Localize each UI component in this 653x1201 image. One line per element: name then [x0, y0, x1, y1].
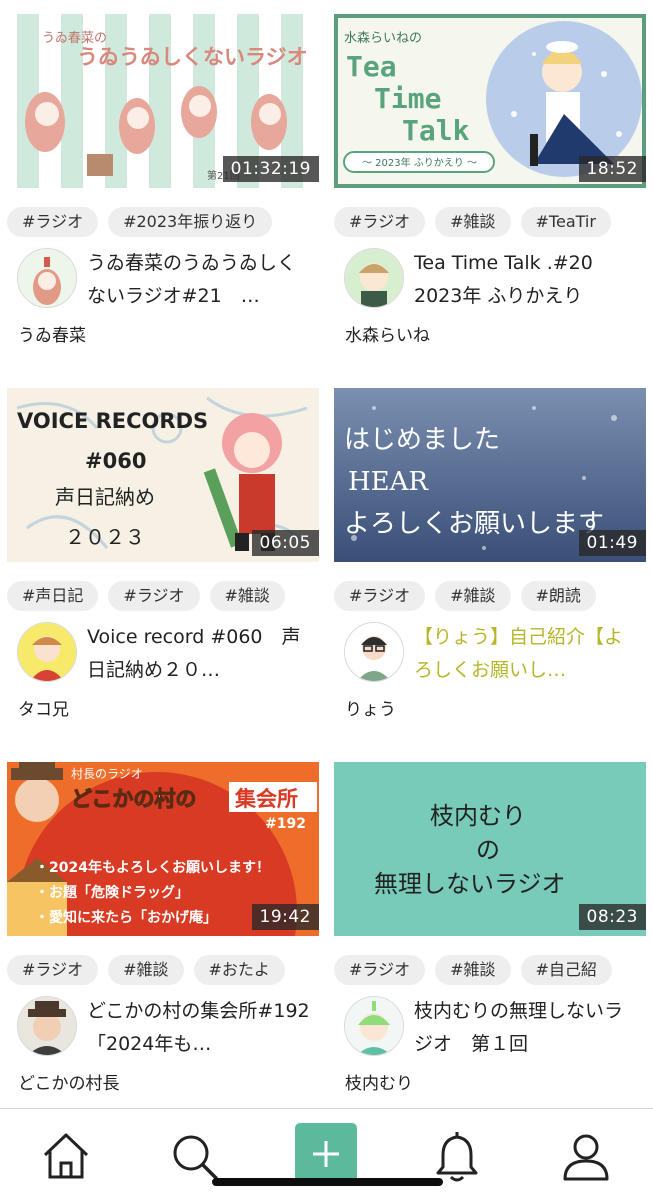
thumb-text-line2: HEAR — [348, 467, 429, 497]
thumb-text-small: うゐ春菜の — [42, 31, 107, 46]
avatar[interactable] — [344, 996, 404, 1056]
avatar[interactable] — [344, 248, 404, 308]
thumb-text-sub: ～ 2023年 ふりかえり ～ — [362, 156, 477, 169]
thumb-text-bullet1: ・2024年もよろしくお願いします！ — [35, 859, 270, 876]
avatar[interactable] — [344, 622, 404, 682]
thumb-text-talk: Talk — [402, 114, 470, 147]
tag-chip[interactable]: #雑談 — [209, 581, 285, 611]
tag-list: #ラジオ #雑談 #自己紹 — [334, 955, 646, 985]
episode-title[interactable]: どこかの村の集会所#192「2024年も… — [87, 995, 313, 1061]
episode-title[interactable]: Voice record #060 声日記納め２０… — [87, 621, 313, 687]
tag-chip[interactable]: #ラジオ — [334, 581, 426, 611]
tag-chip[interactable]: #ラジオ — [334, 207, 426, 237]
thumb-text-main: うゐうゐしくないラジオ — [77, 45, 308, 69]
tag-list: #ラジオ #2023年振り返り — [7, 207, 319, 237]
author-name[interactable]: りょう — [334, 695, 646, 720]
thumb-text-line3: よろしくお願いします — [344, 509, 604, 539]
author-name[interactable]: うゐ春菜 — [7, 321, 319, 346]
bottom-tab-bar — [0, 1108, 653, 1201]
tag-chip[interactable]: #TeaTir — [520, 207, 611, 237]
thumb-text-bullet2: ・お題「危険ドラッグ」 — [35, 884, 189, 901]
thumb-text-bullet3: ・愛知に来たら「おかげ庵」 — [35, 909, 217, 926]
thumb-text-tea: Tea — [346, 50, 397, 83]
tag-chip[interactable]: #声日記 — [7, 581, 99, 611]
thumb-text-title: VOICE RECORDS — [17, 409, 208, 433]
author-name[interactable]: 枝内むり — [334, 1069, 646, 1094]
tag-chip[interactable]: #ラジオ — [334, 955, 426, 985]
home-icon[interactable] — [36, 1127, 96, 1187]
thumb-text-main: どこかの村の — [71, 787, 196, 811]
thumb-text-line2: の — [476, 836, 500, 864]
avatar[interactable] — [17, 248, 77, 308]
author-name[interactable]: どこかの村長 — [7, 1069, 319, 1094]
avatar[interactable] — [17, 996, 77, 1056]
thumbnail[interactable]: 枝内むり の 無理しないラジオ 08:23 — [334, 762, 646, 936]
profile-icon[interactable] — [556, 1127, 616, 1187]
thumbnail[interactable]: うゐ春菜の うゐうゐしくないラジオ 第21回 01:32:19 — [7, 14, 319, 188]
thumb-text-sub: 声日記納め — [55, 485, 155, 509]
thumbnail[interactable]: 村長のラジオ どこかの村の 集会所 #192 ・2024年もよろしくお願いします… — [7, 762, 319, 936]
tag-chip[interactable]: #雑談 — [435, 955, 511, 985]
tag-chip[interactable]: #朗読 — [520, 581, 596, 611]
duration-badge: 19:42 — [251, 904, 319, 930]
content-grid: うゐ春菜の うゐうゐしくないラジオ 第21回 01:32:19 #ラジオ #202… — [0, 0, 653, 1108]
thumb-text-time: Time — [374, 82, 441, 115]
thumb-text-year: ２０２３ — [65, 525, 145, 549]
thumb-text-small: 水森らいねの — [344, 31, 422, 46]
tag-list: #声日記 #ラジオ #雑談 — [7, 581, 319, 611]
tag-chip[interactable]: #おたよ — [193, 955, 285, 985]
thumb-text-number: #060 — [85, 449, 146, 473]
tag-chip[interactable]: #ラジオ — [7, 955, 99, 985]
tag-chip[interactable]: #雑談 — [435, 581, 511, 611]
add-icon — [313, 1141, 339, 1167]
thumbnail[interactable]: VOICE RECORDS #060 声日記納め ２０２３ 06:05 — [7, 388, 319, 562]
episode-title[interactable]: 枝内むりの無理しないラジオ 第１回 — [414, 995, 640, 1061]
add-button[interactable] — [295, 1123, 357, 1185]
thumb-text-line3: 無理しないラジオ — [374, 870, 566, 898]
duration-badge: 01:49 — [578, 530, 646, 556]
tag-chip[interactable]: #雑談 — [435, 207, 511, 237]
thumb-text-venue: 集会所 — [234, 787, 298, 811]
thumbnail[interactable]: 水森らいねの Tea Time Talk ～ 2023年 ふりかえり ～ 18:… — [334, 14, 646, 188]
tag-list: #ラジオ #雑談 #おたよ — [7, 955, 319, 985]
episode-title[interactable]: うゐ春菜のうゐうゐしくないラジオ#21 … — [87, 247, 313, 313]
home-indicator[interactable] — [212, 1178, 443, 1186]
episode-card[interactable]: はじめました HEAR よろしくお願いします 01:49 #ラジオ #雑談 #朗読 … — [334, 388, 646, 720]
thumb-text-small: 村長のラジオ — [71, 767, 143, 781]
avatar[interactable] — [17, 622, 77, 682]
episode-title[interactable]: Tea Time Talk .#20 2023年 ふりかえり — [414, 247, 640, 313]
episode-title[interactable]: 【りょう】自己紹介【よろしくお願いし… — [414, 621, 640, 687]
thumb-text-number: #192 — [265, 816, 306, 832]
thumb-text-line1: はじめました — [344, 425, 500, 455]
tag-chip[interactable]: #ラジオ — [108, 581, 200, 611]
tag-chip[interactable]: #雑談 — [108, 955, 184, 985]
episode-card[interactable]: 村長のラジオ どこかの村の 集会所 #192 ・2024年もよろしくお願いします… — [7, 762, 319, 1094]
tag-chip[interactable]: #自己紹 — [520, 955, 612, 985]
episode-card[interactable]: 枝内むり の 無理しないラジオ 08:23 #ラジオ #雑談 #自己紹 枝内むりの無… — [334, 762, 646, 1094]
duration-badge: 01:32:19 — [222, 156, 319, 182]
episode-card[interactable]: VOICE RECORDS #060 声日記納め ２０２３ 06:05 #声日記… — [7, 388, 319, 720]
duration-badge: 06:05 — [251, 530, 319, 556]
episode-card[interactable]: うゐ春菜の うゐうゐしくないラジオ 第21回 01:32:19 #ラジオ #202… — [7, 14, 319, 346]
duration-badge: 08:23 — [578, 904, 646, 930]
tag-chip[interactable]: #ラジオ — [7, 207, 99, 237]
author-name[interactable]: タコ兄 — [7, 695, 319, 720]
author-name[interactable]: 水森らいね — [334, 321, 646, 346]
thumb-text-line1: 枝内むり — [430, 802, 526, 830]
duration-badge: 18:52 — [578, 156, 646, 182]
tag-chip[interactable]: #2023年振り返り — [108, 207, 273, 237]
tag-list: #ラジオ #雑談 #TeaTir — [334, 207, 646, 237]
episode-card[interactable]: 水森らいねの Tea Time Talk ～ 2023年 ふりかえり ～ 18:… — [334, 14, 646, 346]
thumbnail[interactable]: はじめました HEAR よろしくお願いします 01:49 — [334, 388, 646, 562]
tag-list: #ラジオ #雑談 #朗読 — [334, 581, 646, 611]
